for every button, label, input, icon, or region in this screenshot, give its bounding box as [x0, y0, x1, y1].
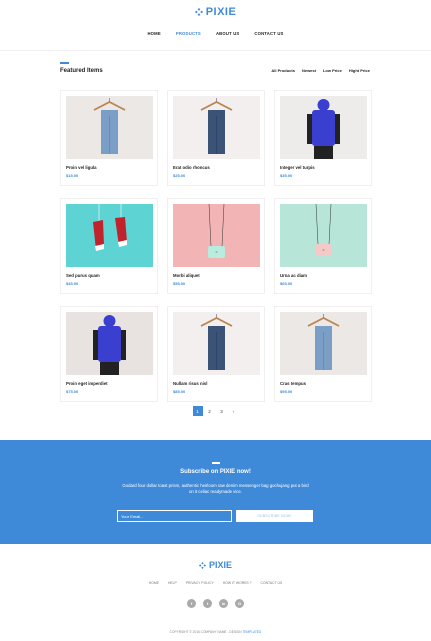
footer-link-contact-us[interactable]: CONTACT US	[261, 581, 283, 585]
footer-link-help[interactable]: HELP	[168, 581, 177, 585]
header-divider	[0, 50, 431, 51]
product-card[interactable]: Sed purus quam $45.00	[60, 198, 158, 294]
filter-high-price[interactable]: Hight Price	[349, 68, 370, 73]
product-name[interactable]: Proin vel ligula	[66, 165, 152, 170]
product-name[interactable]: Urna ac diam	[280, 273, 366, 278]
product-price: $85.00	[173, 389, 186, 394]
email-input[interactable]	[117, 510, 232, 522]
footer-brand-name: PIXIE	[208, 560, 232, 570]
product-card[interactable]: Integer vel turpis $35.00	[274, 90, 372, 186]
subscribe-accent-bar	[211, 462, 220, 464]
product-price: $15.00	[66, 173, 79, 178]
product-card[interactable]: Erat odio rhoncus $25.00	[167, 90, 265, 186]
footer-link-how-it-works[interactable]: HOW IT WORKS ?	[223, 581, 252, 585]
product-price: $45.00	[66, 281, 79, 286]
filter-all-products[interactable]: All Products	[271, 68, 295, 73]
product-card[interactable]: Cras tempus $95.00	[274, 306, 372, 402]
twitter-icon[interactable]: t	[203, 599, 212, 608]
section-accent-bar	[60, 62, 69, 64]
brand-logo[interactable]: PIXIE	[0, 6, 431, 18]
product-image[interactable]	[173, 204, 260, 267]
product-image[interactable]	[173, 312, 260, 375]
subscribe-button[interactable]: SUBSCRIBE NOW!	[236, 510, 313, 522]
product-card[interactable]: Proin eget imperdiet $75.00	[60, 306, 158, 402]
main-nav: HOME PRODUCTS ABOUT US CONTACT US	[0, 31, 431, 36]
product-image[interactable]	[66, 312, 153, 375]
page-3-button[interactable]: 3	[217, 406, 227, 416]
product-image[interactable]	[280, 96, 367, 159]
linkedin-icon[interactable]: in	[219, 599, 228, 608]
nav-item-products[interactable]: PRODUCTS	[176, 31, 201, 36]
product-grid: Proin vel ligula $15.00 Erat odio rhoncu…	[60, 90, 374, 402]
product-name[interactable]: Sed purus quam	[66, 273, 152, 278]
brand-name: PIXIE	[205, 6, 237, 18]
featured-title: Featured Items	[60, 67, 103, 74]
diamond-logo-icon	[194, 8, 203, 16]
footer-link-home[interactable]: HOME	[149, 581, 159, 585]
footer-logo[interactable]: PIXIE	[0, 560, 431, 570]
product-image[interactable]	[66, 96, 153, 159]
product-image[interactable]	[66, 204, 153, 267]
nav-item-contact-us[interactable]: CONTACT US	[254, 31, 283, 36]
footer-links: HOME HELP PRIVACY POLICY HOW IT WORKS ? …	[0, 581, 431, 585]
filter-newest[interactable]: Newest	[302, 68, 316, 73]
product-name[interactable]: Nullam risus nisl	[173, 381, 259, 386]
featured-header: Featured Items All Products Newest Low P…	[60, 62, 370, 74]
next-page-icon[interactable]: ›	[229, 406, 239, 416]
page-2-button[interactable]: 2	[205, 406, 215, 416]
copyright: COPYRIGHT © 2016 COMPANY NAME - DESIGN T…	[0, 630, 431, 634]
facebook-icon[interactable]: f	[187, 599, 196, 608]
copyright-text: COPYRIGHT © 2016 COMPANY NAME - DESIGN	[169, 630, 242, 634]
product-name[interactable]: Morbi aliquet	[173, 273, 259, 278]
site-footer: PIXIE HOME HELP PRIVACY POLICY HOW IT WO…	[0, 544, 431, 641]
product-card[interactable]: Morbi aliquet $55.00	[167, 198, 265, 294]
subscribe-section: Subscribe on PIXIE now! Godard four doll…	[0, 440, 431, 544]
diamond-logo-icon	[198, 561, 206, 569]
product-image[interactable]	[173, 96, 260, 159]
footer-link-privacy-policy[interactable]: PRIVACY POLICY	[186, 581, 214, 585]
google-plus-icon[interactable]: G	[235, 599, 244, 608]
pagination: 1 2 3 ›	[0, 406, 431, 416]
product-image[interactable]	[280, 204, 367, 267]
templated-link[interactable]: TEMPLATED	[242, 630, 261, 634]
product-name[interactable]: Erat odio rhoncus	[173, 165, 259, 170]
product-name[interactable]: Integer vel turpis	[280, 165, 366, 170]
product-card[interactable]: Nullam risus nisl $85.00	[167, 306, 265, 402]
product-price: $55.00	[173, 281, 186, 286]
site-header: PIXIE HOME PRODUCTS ABOUT US CONTACT US	[0, 0, 431, 51]
product-price: $95.00	[280, 389, 293, 394]
page-1-button[interactable]: 1	[192, 406, 203, 416]
subscribe-description: Godard four dollar toast prism, authenti…	[122, 482, 309, 495]
social-links: f t in G	[0, 599, 431, 608]
product-price: $25.00	[173, 173, 186, 178]
product-price: $65.00	[280, 281, 293, 286]
nav-item-home[interactable]: HOME	[147, 31, 160, 36]
product-image[interactable]	[280, 312, 367, 375]
product-card[interactable]: Proin vel ligula $15.00	[60, 90, 158, 186]
product-price: $35.00	[280, 173, 293, 178]
product-name[interactable]: Proin eget imperdiet	[66, 381, 152, 386]
filter-low-price[interactable]: Low Price	[323, 68, 342, 73]
subscribe-title: Subscribe on PIXIE now!	[180, 468, 251, 475]
product-card[interactable]: Urna ac diam $65.00	[274, 198, 372, 294]
nav-item-about-us[interactable]: ABOUT US	[216, 31, 239, 36]
product-price: $75.00	[66, 389, 79, 394]
subscribe-form: SUBSCRIBE NOW!	[117, 510, 313, 522]
product-filters: All Products Newest Low Price Hight Pric…	[271, 68, 370, 73]
product-name[interactable]: Cras tempus	[280, 381, 366, 386]
